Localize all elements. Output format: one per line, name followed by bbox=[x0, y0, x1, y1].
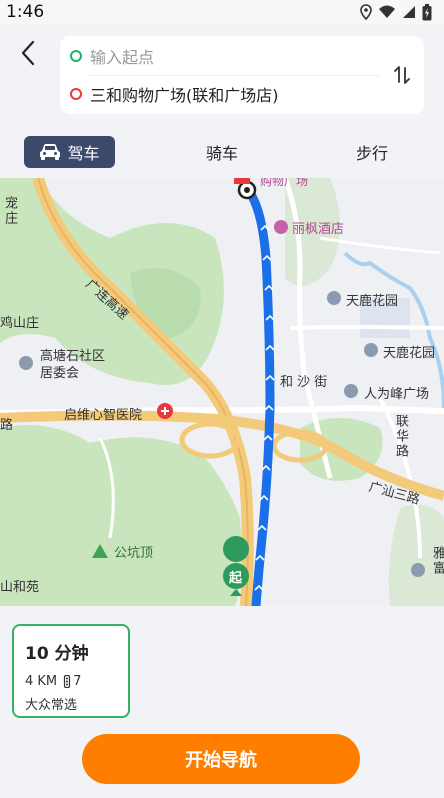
map-label-hospital: 启维心智医院 bbox=[64, 408, 143, 423]
location-icon bbox=[360, 4, 372, 20]
plan-distance: 4 KM bbox=[25, 674, 58, 689]
tab-bike[interactable]: 骑车 bbox=[196, 136, 248, 168]
signal-icon bbox=[403, 6, 415, 18]
map-label-renweifeng: 人为峰广场 bbox=[364, 387, 430, 402]
destination-dot-icon bbox=[70, 88, 82, 100]
plan-meta: 4 KM 7 bbox=[25, 674, 81, 689]
destination-row[interactable]: 三和购物广场(联和广场店) bbox=[70, 80, 279, 108]
map-label-liangfeng-hotel: 丽枫酒店 bbox=[292, 222, 345, 237]
map-label-destination: 购物广场 bbox=[260, 178, 309, 188]
start-navigation-button[interactable]: 开始导航 bbox=[82, 734, 360, 784]
destination-input[interactable]: 三和购物广场(联和广场店) bbox=[90, 82, 279, 106]
map-label-heshajie: 和 沙 街 bbox=[280, 375, 328, 390]
map-label-gongkeng: 公坑顶 bbox=[114, 546, 154, 561]
traffic-light-icon bbox=[64, 675, 71, 688]
car-icon bbox=[40, 144, 61, 160]
map-label-tianlu-garden-2: 天鹿花园 bbox=[383, 346, 436, 361]
status-bar: 1:46 bbox=[0, 0, 444, 24]
tab-drive[interactable]: 驾车 bbox=[24, 136, 115, 168]
map-label-hongshan: 鸡山庄 bbox=[0, 316, 40, 331]
map-label-gaotang: 高塘石社区居委会 bbox=[40, 349, 106, 381]
swap-button[interactable] bbox=[392, 64, 412, 86]
plan-lights: 7 bbox=[73, 674, 82, 689]
route-plan-card[interactable]: 10 分钟 4 KM 7 大众常选 bbox=[12, 624, 130, 718]
tab-walk-label: 步行 bbox=[355, 144, 388, 163]
status-time: 1:46 bbox=[6, 2, 45, 22]
route-header: 输入起点 三和购物广场(联和广场店) bbox=[0, 24, 444, 128]
map-label-lianhualu: 联华路 bbox=[393, 414, 408, 459]
swap-icon bbox=[394, 66, 410, 84]
mode-tabs: 驾车 骑车 步行 bbox=[0, 128, 444, 178]
status-icons bbox=[360, 3, 432, 21]
tab-walk[interactable]: 步行 bbox=[346, 136, 398, 168]
map-label-ya: 雅富 bbox=[430, 546, 444, 576]
plan-tag: 大众常选 bbox=[25, 698, 78, 713]
tab-bike-label: 骑车 bbox=[205, 144, 238, 163]
map-label-heyuan: 山和苑 bbox=[0, 580, 40, 595]
tab-drive-label: 驾车 bbox=[67, 144, 100, 163]
map-label-road: 路 bbox=[0, 418, 14, 433]
route-divider bbox=[88, 75, 380, 76]
plan-duration: 10 分钟 bbox=[25, 644, 89, 664]
start-dot-icon bbox=[70, 50, 82, 62]
bottom-panel: 10 分钟 4 KM 7 大众常选 开始导航 bbox=[0, 606, 444, 798]
start-input[interactable]: 输入起点 bbox=[90, 44, 154, 68]
battery-icon bbox=[422, 3, 432, 20]
wifi-icon bbox=[379, 5, 395, 18]
chevron-left-icon bbox=[21, 40, 35, 66]
route-card: 输入起点 三和购物广场(联和广场店) bbox=[60, 36, 424, 114]
start-row[interactable]: 输入起点 bbox=[70, 42, 154, 70]
map-label-chong-zhuang: 宠庄 bbox=[2, 196, 17, 226]
map-label-tianlu-garden-1: 天鹿花园 bbox=[346, 294, 399, 309]
start-marker-icon: 起 bbox=[229, 571, 243, 586]
map-view[interactable]: 丽枫酒店 天鹿花园 天鹿花园 广连高速 和 沙 街 人为峰广场 高塘石社区居委会… bbox=[0, 178, 444, 606]
back-button[interactable] bbox=[16, 38, 42, 68]
